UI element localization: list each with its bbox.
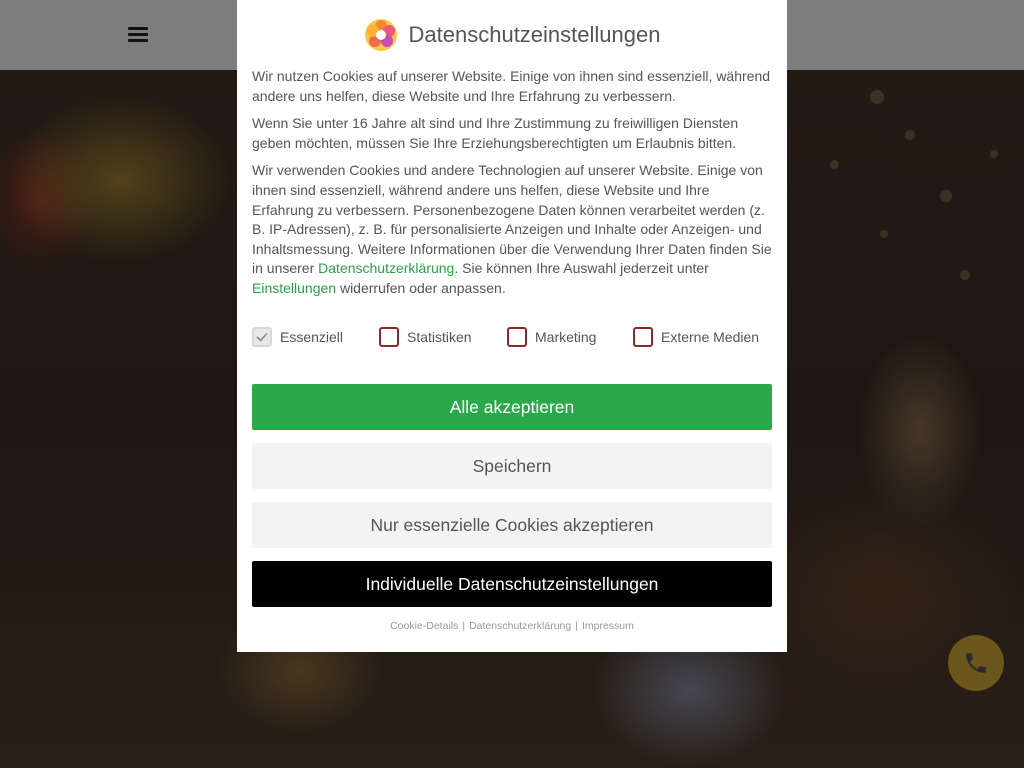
checkbox-box[interactable] [379, 326, 399, 347]
phone-icon [966, 653, 986, 673]
call-button[interactable] [948, 635, 1004, 691]
checkbox-essenziell[interactable]: Essenziell [252, 326, 379, 347]
checkbox-label: Statistiken [407, 328, 472, 345]
accept-essential-button[interactable]: Nur essenzielle Cookies akzeptieren [252, 502, 772, 548]
checkbox-externe-medien[interactable]: Externe Medien [633, 326, 760, 347]
accept-all-button[interactable]: Alle akzeptieren [252, 384, 772, 430]
save-button[interactable]: Speichern [252, 443, 772, 489]
checkbox-statistiken[interactable]: Statistiken [379, 326, 507, 347]
settings-link[interactable]: Einstellungen [252, 280, 336, 296]
privacy-policy-link[interactable]: Datenschutzerklärung [318, 260, 454, 276]
age-notice-paragraph: Wenn Sie unter 16 Jahre alt sind und Ihr… [252, 115, 739, 151]
cookie-details-link[interactable]: Cookie-Details [390, 620, 458, 632]
intro-paragraph: Wir nutzen Cookies auf unserer Website. … [252, 68, 771, 104]
individual-settings-button[interactable]: Individuelle Datenschutzeinstellungen [252, 561, 772, 607]
imprint-link[interactable]: Impressum [582, 620, 634, 632]
dialog-title: Datenschutzeinstellungen [408, 22, 661, 47]
flower-logo-icon [364, 19, 397, 51]
checkbox-marketing[interactable]: Marketing [507, 326, 633, 347]
checkbox-box[interactable] [633, 326, 653, 347]
footer-separator: | [462, 620, 466, 632]
checkbox-label: Marketing [535, 328, 597, 345]
hamburger-menu-icon[interactable] [126, 24, 150, 46]
checkbox-label: Essenziell [280, 328, 344, 345]
consent-checkbox-group: Essenziell Statistiken Marketing Externe… [252, 326, 772, 348]
privacy-settings-dialog: Datenschutzeinstellungen Wir nutzen Cook… [237, 0, 787, 652]
details-paragraph: Wir verwenden Cookies und andere Technol… [252, 162, 772, 296]
footer-separator: | [575, 620, 578, 632]
footer-privacy-link[interactable]: Datenschutzerklärung [469, 620, 571, 632]
dialog-header: Datenschutzeinstellungen [252, 0, 772, 70]
checkbox-box-checked[interactable] [252, 326, 272, 347]
checkmark-icon [256, 332, 268, 342]
checkbox-label: Externe Medien [661, 328, 760, 345]
dialog-footer-links: Cookie-Details | Datenschutzerklärung | Impr… [237, 620, 787, 632]
checkbox-box[interactable] [507, 326, 527, 347]
